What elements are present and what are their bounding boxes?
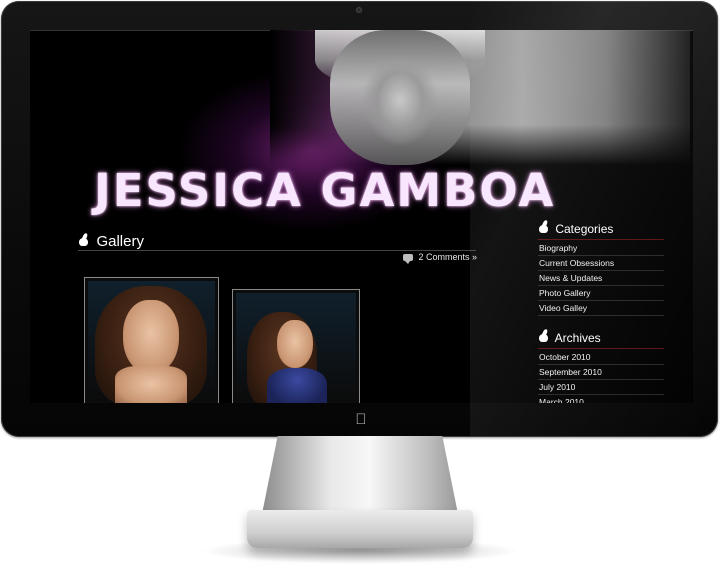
header-portrait	[330, 30, 470, 165]
category-link-current-obsessions[interactable]: Current Obsessions	[538, 256, 664, 271]
categories-heading: Categories	[538, 220, 664, 240]
category-link-photo-gallery[interactable]: Photo Gallery	[538, 286, 664, 301]
archive-link-july-2010[interactable]: July 2010	[538, 380, 664, 395]
post-title[interactable]: Gallery	[96, 233, 144, 250]
webcam-icon	[356, 7, 362, 13]
category-link-biography[interactable]: Biography	[538, 241, 664, 256]
monitor-bezel: JESSICA GAMBOA Gallery 2 Comments » Cate…	[1, 1, 718, 437]
archives-heading: Archives	[538, 329, 664, 349]
comments-link[interactable]: 2 Comments »	[403, 252, 478, 264]
gallery-thumbnail-1[interactable]	[84, 277, 219, 403]
playboy-bunny-icon	[78, 233, 90, 247]
archive-link-september-2010[interactable]: September 2010	[538, 365, 664, 380]
categories-list: Biography Current Obsessions News & Upda…	[538, 241, 664, 316]
category-link-news-updates[interactable]: News & Updates	[538, 271, 664, 286]
archives-list: October 2010 September 2010 July 2010 Ma…	[538, 350, 664, 403]
sidebar: Categories Biography Current Obsessions …	[538, 220, 664, 403]
site-title[interactable]: JESSICA GAMBOA	[94, 164, 555, 217]
playboy-bunny-icon	[538, 329, 550, 343]
gallery-thumbnail-2[interactable]	[232, 289, 360, 403]
archive-link-october-2010[interactable]: October 2010	[538, 350, 664, 365]
post-header: Gallery	[78, 233, 476, 251]
archive-link-march-2010[interactable]: March 2010	[538, 395, 664, 403]
apple-logo-icon: 	[352, 411, 370, 429]
monitor-stand-neck	[262, 436, 458, 514]
comment-bubble-icon	[403, 254, 413, 264]
screen: JESSICA GAMBOA Gallery 2 Comments » Cate…	[30, 30, 693, 403]
comments-label[interactable]: 2 Comments »	[419, 252, 478, 262]
playboy-bunny-icon	[538, 220, 550, 234]
monitor-stand-foot	[247, 510, 473, 548]
category-link-video-galley[interactable]: Video Galley	[538, 301, 664, 316]
